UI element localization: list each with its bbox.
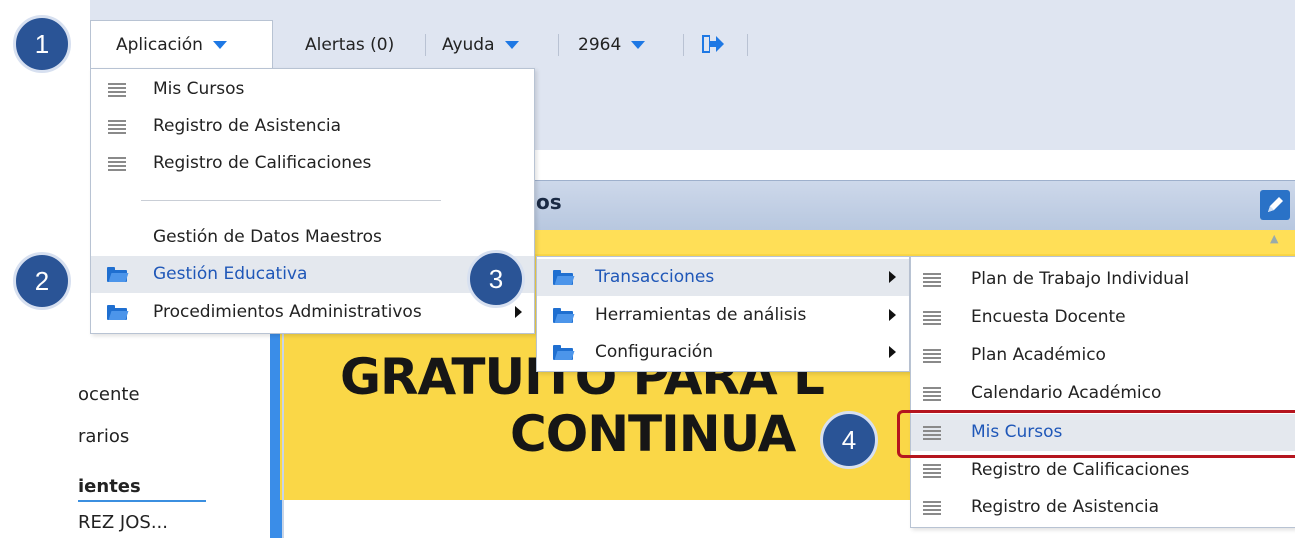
menu-item-label: Procedimientos Administrativos <box>153 302 422 322</box>
menu-item-label: Registro de Asistencia <box>971 497 1160 517</box>
list-icon <box>923 501 941 515</box>
menu-separator <box>558 34 559 56</box>
menu-separator <box>683 34 684 56</box>
step-marker-3: 3 <box>467 250 525 308</box>
menu-item-label: Plan Académico <box>971 345 1106 365</box>
menu-item-mis-cursos[interactable]: Mis Cursos <box>91 71 534 108</box>
menu-item-label: Registro de Calificaciones <box>153 153 372 173</box>
menu-group-gestion-datos-maestros: Gestión de Datos Maestros <box>91 219 534 256</box>
gestion-educativa-submenu: Transacciones Herramientas de análisis C… <box>536 256 910 372</box>
banner-text-line2: CONTINUA <box>510 405 796 463</box>
panel-title: os <box>536 190 562 214</box>
menu-item-calendario-academico[interactable]: Calendario Académico <box>911 375 1295 412</box>
scroll-up-arrow-icon[interactable]: ▲ <box>1270 232 1278 245</box>
aplicacion-dropdown: Mis Cursos Registro de Asistencia Regist… <box>90 68 535 334</box>
aplicacion-menu[interactable]: Aplicación <box>116 20 227 70</box>
chevron-right-icon <box>515 306 522 318</box>
list-icon <box>923 349 941 363</box>
list-icon <box>108 83 126 97</box>
menu-item-registro-calificaciones[interactable]: Registro de Calificaciones <box>91 145 534 182</box>
ayuda-menu[interactable]: Ayuda <box>442 20 519 70</box>
left-item-docente[interactable]: ocente <box>78 384 140 405</box>
folder-icon <box>553 308 575 323</box>
chevron-right-icon <box>889 309 896 321</box>
folder-icon <box>553 270 575 285</box>
transacciones-submenu: Plan de Trabajo Individual Encuesta Doce… <box>910 256 1295 528</box>
folder-icon <box>553 345 575 360</box>
menu-item-label: Plan de Trabajo Individual <box>971 269 1190 289</box>
logout-icon[interactable] <box>702 34 724 54</box>
ayuda-label: Ayuda <box>442 35 495 55</box>
chevron-down-icon <box>212 41 227 49</box>
menu-bar: Aplicación Alertas (0) Ayuda 2964 <box>90 20 1295 70</box>
user-code: 2964 <box>578 35 622 55</box>
list-icon <box>108 157 126 171</box>
folder-icon <box>107 267 129 282</box>
chevron-right-icon <box>889 346 896 358</box>
list-icon <box>923 387 941 401</box>
menu-item-plan-trabajo-individual[interactable]: Plan de Trabajo Individual <box>911 261 1295 298</box>
menu-item-label: Mis Cursos <box>153 79 245 99</box>
left-person-name[interactable]: REZ JOS... <box>78 512 168 533</box>
menu-item-label: Encuesta Docente <box>971 307 1126 327</box>
menu-item-label: Calendario Académico <box>971 383 1162 403</box>
chevron-down-icon <box>631 41 646 49</box>
user-menu[interactable]: 2964 <box>578 20 646 70</box>
menu-item-registro-asistencia[interactable]: Registro de Asistencia <box>91 108 534 145</box>
step-marker-4: 4 <box>820 411 878 469</box>
menu-item-encuesta-docente[interactable]: Encuesta Docente <box>911 299 1295 336</box>
step-marker-2: 2 <box>13 252 71 310</box>
menu-item-label: Registro de Asistencia <box>153 116 342 136</box>
left-item-horarios[interactable]: rarios <box>78 426 129 447</box>
chevron-down-icon <box>504 41 519 49</box>
edit-button[interactable] <box>1260 190 1290 220</box>
menu-separator <box>425 34 426 56</box>
menu-separator <box>747 34 748 56</box>
menu-item-procedimientos-administrativos[interactable]: Procedimientos Administrativos <box>91 294 534 331</box>
list-icon <box>923 311 941 325</box>
menu-item-label: Herramientas de análisis <box>595 305 807 325</box>
highlight-box <box>897 410 1295 458</box>
menu-item-registro-asistencia-transacciones[interactable]: Registro de Asistencia <box>911 489 1295 526</box>
menu-item-herramientas-analisis[interactable]: Herramientas de análisis <box>537 297 909 334</box>
menu-item-label: Configuración <box>595 342 713 362</box>
alertas-menu[interactable]: Alertas (0) <box>305 20 394 70</box>
list-icon <box>923 273 941 287</box>
step-marker-1: 1 <box>13 15 71 73</box>
pencil-icon <box>1268 197 1283 212</box>
left-section-title: ientes <box>78 476 141 497</box>
list-icon <box>923 464 941 478</box>
menu-item-configuracion[interactable]: Configuración <box>537 334 909 371</box>
list-icon <box>108 120 126 134</box>
menu-item-plan-academico[interactable]: Plan Académico <box>911 337 1295 374</box>
menu-item-label: Gestión Educativa <box>153 264 308 284</box>
chevron-right-icon <box>889 271 896 283</box>
menu-item-transacciones[interactable]: Transacciones <box>537 259 909 296</box>
menu-group-label: Gestión de Datos Maestros <box>153 227 382 247</box>
menu-divider <box>141 200 441 201</box>
section-underline <box>78 500 206 502</box>
folder-icon <box>107 305 129 320</box>
aplicacion-label: Aplicación <box>116 35 203 55</box>
menu-item-label: Transacciones <box>595 267 715 287</box>
